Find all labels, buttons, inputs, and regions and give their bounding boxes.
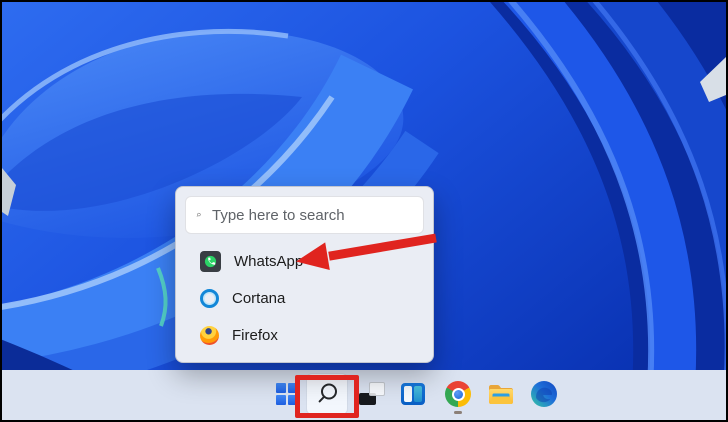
- result-label: WhatsApp: [234, 253, 304, 270]
- taskbar-button-task-view[interactable]: [352, 374, 392, 414]
- firefox-icon: [200, 326, 219, 345]
- chrome-icon: [445, 381, 471, 414]
- result-label: Cortana: [232, 290, 286, 307]
- taskbar-button-widgets[interactable]: [393, 374, 433, 414]
- taskbar-button-edge[interactable]: [524, 374, 564, 414]
- taskbar-button-start[interactable]: [267, 374, 307, 414]
- cortana-icon: [200, 289, 219, 308]
- search-box[interactable]: [185, 196, 424, 234]
- taskbar-button-chrome[interactable]: [438, 374, 478, 414]
- search-icon: [196, 212, 201, 217]
- search-result-cortana[interactable]: Cortana: [176, 280, 433, 317]
- whatsapp-icon: [200, 251, 221, 272]
- taskbar: [2, 370, 726, 420]
- search-result-firefox[interactable]: Firefox: [176, 317, 433, 354]
- taskbar-button-search[interactable]: [307, 374, 347, 414]
- edge-icon: [531, 381, 557, 407]
- search-results: WhatsApp Cortana Firefox: [176, 243, 433, 354]
- search-icon: [318, 383, 337, 403]
- search-flyout: WhatsApp Cortana Firefox: [175, 186, 434, 363]
- search-input[interactable]: [210, 205, 413, 225]
- task-view-icon: [359, 382, 385, 406]
- screenshot-frame: WhatsApp Cortana Firefox: [0, 0, 728, 422]
- result-label: Firefox: [232, 327, 278, 344]
- widgets-icon: [401, 383, 425, 405]
- running-indicator: [454, 411, 462, 414]
- search-result-whatsapp[interactable]: WhatsApp: [176, 243, 433, 280]
- windows-logo-icon: [276, 383, 298, 405]
- folder-icon: [489, 385, 513, 404]
- taskbar-button-file-explorer[interactable]: [481, 374, 521, 414]
